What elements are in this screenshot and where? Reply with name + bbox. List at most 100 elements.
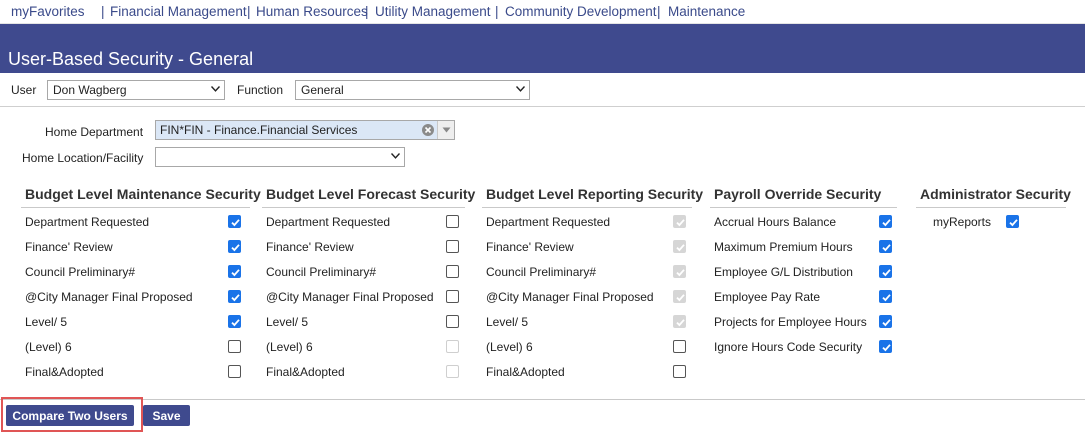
section-divider — [710, 207, 897, 208]
home-location-select[interactable] — [155, 147, 405, 167]
dropdown-toggle[interactable] — [437, 121, 454, 139]
permission-label: Employee G/L Distribution — [714, 265, 853, 279]
section-title-budget-level-maintenance-security: Budget Level Maintenance Security — [25, 186, 261, 202]
permission-checkbox[interactable] — [879, 290, 892, 303]
permission-checkbox[interactable] — [228, 340, 241, 353]
permission-checkbox — [673, 265, 686, 278]
nav-separator: | — [495, 4, 499, 19]
chevron-down-icon — [211, 86, 220, 94]
section-title-payroll-override-security: Payroll Override Security — [714, 186, 882, 202]
permission-label: Final&Adopted — [486, 365, 565, 379]
permission-checkbox — [673, 240, 686, 253]
permission-checkbox[interactable] — [228, 290, 241, 303]
chevron-down-icon — [391, 153, 400, 161]
section-divider — [21, 207, 250, 208]
permission-label: @City Manager Final Proposed — [486, 290, 654, 304]
permission-label: Employee Pay Rate — [714, 290, 821, 304]
nav-separator: | — [657, 4, 661, 19]
permission-checkbox[interactable] — [879, 215, 892, 228]
permission-label: (Level) 6 — [266, 340, 313, 354]
chevron-down-icon — [516, 86, 525, 94]
home-department-value: FIN*FIN - Finance.Financial Services — [160, 123, 358, 137]
permission-label: Final&Adopted — [266, 365, 345, 379]
caret-down-icon — [442, 127, 451, 133]
permission-checkbox[interactable] — [228, 215, 241, 228]
permission-checkbox — [673, 315, 686, 328]
permission-label: Council Preliminary# — [25, 265, 136, 279]
permission-label: Finance' Review — [266, 240, 354, 254]
footer-divider — [0, 399, 1085, 400]
nav-maintenance[interactable]: Maintenance — [668, 4, 745, 19]
permission-checkbox[interactable] — [446, 240, 459, 253]
permission-label: Department Requested — [486, 215, 611, 229]
permission-checkbox[interactable] — [228, 265, 241, 278]
permission-label: Department Requested — [25, 215, 150, 229]
user-label: User — [11, 83, 37, 97]
permission-label: Maximum Premium Hours — [714, 240, 853, 254]
permission-checkbox[interactable] — [446, 290, 459, 303]
section-title-budget-level-forecast-security: Budget Level Forecast Security — [266, 186, 476, 202]
permission-checkbox — [673, 215, 686, 228]
permission-checkbox[interactable] — [1006, 215, 1019, 228]
permission-label: Projects for Employee Hours — [714, 315, 867, 329]
nav-community-development[interactable]: Community Development — [505, 4, 657, 19]
user-select-value: Don Wagberg — [53, 83, 127, 97]
section-title-administrator-security: Administrator Security — [920, 186, 1071, 202]
nav-separator: | — [365, 4, 369, 19]
permission-label: Finance' Review — [25, 240, 113, 254]
permission-label: myReports — [933, 215, 992, 229]
nav-financial-management[interactable]: Financial Management — [110, 4, 247, 19]
permission-checkbox[interactable] — [879, 340, 892, 353]
permission-checkbox[interactable] — [879, 240, 892, 253]
filter-bar: User Don Wagberg Function General — [0, 73, 1085, 107]
nav-separator: | — [101, 4, 105, 19]
title-bar: User-Based Security - General — [0, 24, 1085, 73]
compare-two-users-button[interactable]: Compare Two Users — [6, 405, 134, 426]
home-department-combobox[interactable]: FIN*FIN - Finance.Financial Services — [155, 120, 455, 140]
permission-label: Council Preliminary# — [266, 265, 377, 279]
permission-label: Accrual Hours Balance — [714, 215, 837, 229]
permission-checkbox[interactable] — [228, 240, 241, 253]
permission-checkbox[interactable] — [879, 265, 892, 278]
permission-checkbox[interactable] — [446, 315, 459, 328]
section-divider — [916, 207, 1066, 208]
permission-label: @City Manager Final Proposed — [266, 290, 434, 304]
section-divider — [482, 207, 692, 208]
permission-label: @City Manager Final Proposed — [25, 290, 193, 304]
permission-checkbox — [673, 290, 686, 303]
permission-checkbox — [446, 340, 459, 353]
nav-myfavorites[interactable]: myFavorites — [11, 4, 85, 19]
permission-checkbox[interactable] — [228, 315, 241, 328]
home-department-label: Home Department — [45, 125, 144, 139]
permission-checkbox[interactable] — [879, 315, 892, 328]
function-select-value: General — [301, 83, 344, 97]
permission-checkbox[interactable] — [228, 365, 241, 378]
permission-label: (Level) 6 — [486, 340, 533, 354]
section-title-budget-level-reporting-security: Budget Level Reporting Security — [486, 186, 704, 202]
permission-label: Level/ 5 — [486, 315, 529, 329]
permission-label: Council Preliminary# — [486, 265, 597, 279]
permission-label: Ignore Hours Code Security — [714, 340, 863, 354]
user-select[interactable]: Don Wagberg — [47, 80, 225, 100]
permission-label: (Level) 6 — [25, 340, 72, 354]
top-navigation: myFavorites | Financial Management | Hum… — [0, 0, 1085, 24]
permission-label: Level/ 5 — [25, 315, 68, 329]
permission-label: Finance' Review — [486, 240, 574, 254]
permission-label: Department Requested — [266, 215, 391, 229]
permission-checkbox — [446, 365, 459, 378]
permission-label: Final&Adopted — [25, 365, 104, 379]
save-button[interactable]: Save — [143, 405, 190, 426]
nav-separator: | — [247, 4, 251, 19]
nav-human-resources[interactable]: Human Resources — [256, 4, 368, 19]
function-select[interactable]: General — [295, 80, 530, 100]
function-label: Function — [237, 83, 284, 97]
clear-icon[interactable] — [422, 124, 434, 136]
nav-utility-management[interactable]: Utility Management — [375, 4, 491, 19]
permission-checkbox[interactable] — [446, 265, 459, 278]
page-title: User-Based Security - General — [8, 49, 254, 69]
home-location-label: Home Location/Facility — [22, 151, 144, 165]
section-divider — [262, 207, 465, 208]
permission-checkbox[interactable] — [446, 215, 459, 228]
permission-checkbox[interactable] — [673, 340, 686, 353]
permission-checkbox[interactable] — [673, 365, 686, 378]
